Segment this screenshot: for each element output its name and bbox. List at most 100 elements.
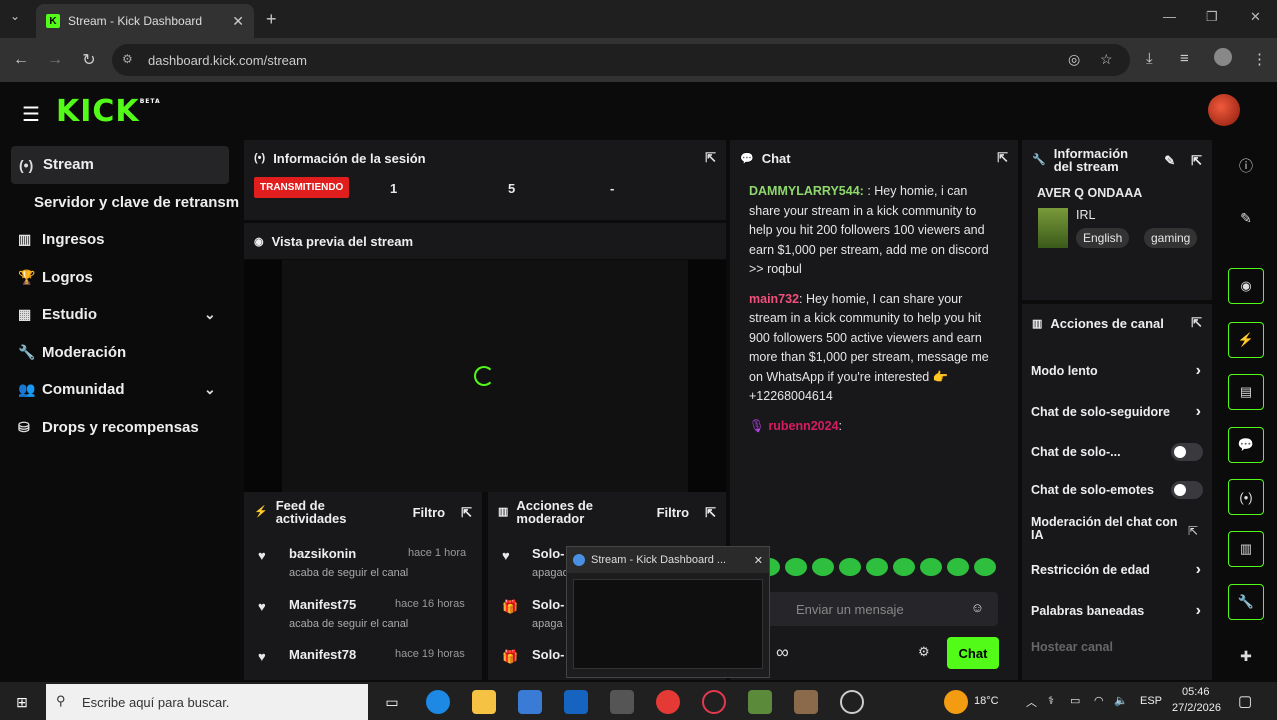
- popout-icon[interactable]: ⇱: [461, 506, 472, 519]
- windows-start-icon[interactable]: ⊞: [10, 690, 34, 714]
- wrench-toggle-icon[interactable]: 🔧: [1228, 584, 1264, 620]
- info-icon[interactable]: ⓘ: [1228, 148, 1264, 184]
- chrome-taskbar-icon[interactable]: [656, 690, 680, 714]
- taskbar-window-preview[interactable]: Stream - Kick Dashboard ... ✕: [566, 546, 770, 678]
- sidebar-item-drops[interactable]: ⛁ Drops y recompensas: [0, 409, 240, 447]
- chat-username[interactable]: DAMMYLARRY544:: [749, 184, 864, 198]
- mod-filter-button[interactable]: Filtro: [657, 506, 690, 519]
- app-icon[interactable]: [610, 690, 634, 714]
- action-slow-mode[interactable]: Modo lento ›: [1031, 362, 1203, 379]
- send-chat-button[interactable]: Chat: [947, 637, 999, 669]
- minimize-button[interactable]: —: [1163, 9, 1176, 24]
- profile-avatar-icon[interactable]: [1214, 48, 1232, 66]
- notes-icon[interactable]: ▤: [1228, 374, 1264, 410]
- back-button[interactable]: ←: [4, 51, 38, 69]
- close-preview-icon[interactable]: ✕: [754, 554, 763, 567]
- action-followers-only[interactable]: Chat de solo-seguidore ›: [1031, 403, 1203, 420]
- wifi-icon[interactable]: ◠: [1094, 694, 1104, 707]
- preview-toggle-icon[interactable]: ◉: [1228, 268, 1264, 304]
- action-ai-moderation[interactable]: Moderación del chat con IA: [1031, 516, 1181, 542]
- sidebar-item-ingresos[interactable]: ▥ Ingresos: [0, 221, 240, 259]
- sidebar-item-comunidad[interactable]: 👥 Comunidad ⌄: [0, 371, 240, 409]
- weather-temp[interactable]: 18°C: [974, 695, 999, 707]
- chat-settings-icon[interactable]: ⚙: [918, 644, 930, 660]
- browser-menu-icon[interactable]: ⋮: [1252, 50, 1267, 68]
- new-tab-button[interactable]: +: [266, 9, 277, 30]
- popout-icon[interactable]: ⇱: [1191, 154, 1202, 167]
- store-icon[interactable]: [518, 690, 542, 714]
- emote-icon[interactable]: [893, 558, 915, 576]
- chat-username[interactable]: rubenn2024: [768, 419, 838, 433]
- minecraft-icon[interactable]: [748, 690, 772, 714]
- game-icon[interactable]: [794, 690, 818, 714]
- external-link-icon[interactable]: ⇱: [1188, 524, 1198, 538]
- emoji-picker-icon[interactable]: ☺: [971, 600, 984, 615]
- edit-pencil-icon[interactable]: ✎: [1228, 200, 1264, 236]
- emote-icon[interactable]: [785, 558, 807, 576]
- infinity-icon[interactable]: ∞: [776, 642, 789, 663]
- reload-button[interactable]: ↻: [72, 50, 106, 70]
- sidebar-item-server-key[interactable]: Servidor y clave de retransmisión: [0, 184, 240, 222]
- bookmark-star-icon[interactable]: ☆: [1100, 51, 1113, 68]
- tag-chip[interactable]: gaming: [1144, 228, 1198, 248]
- emotes-only-toggle[interactable]: [1171, 481, 1203, 499]
- tray-chevron-icon[interactable]: ︿: [1026, 694, 1037, 710]
- language-indicator[interactable]: ESP: [1140, 695, 1162, 707]
- hamburger-menu-icon[interactable]: ☰: [22, 102, 40, 127]
- mail-icon[interactable]: [564, 690, 588, 714]
- taskbar-search-input[interactable]: ⚲ Escribe aquí para buscar.: [46, 684, 368, 720]
- emote-icon[interactable]: [812, 558, 834, 576]
- battery-icon[interactable]: ▭: [1070, 694, 1080, 707]
- emote-icon[interactable]: [974, 558, 996, 576]
- broadcast-toggle-icon[interactable]: (•): [1228, 479, 1264, 515]
- browser-tab-active[interactable]: K Stream - Kick Dashboard ✕: [36, 4, 254, 38]
- emote-icon[interactable]: [920, 558, 942, 576]
- sidebar-item-estudio[interactable]: ▦ Estudio ⌄: [0, 296, 240, 334]
- chat-message-input[interactable]: Enviar un mensaje ☺: [764, 592, 998, 626]
- user-avatar[interactable]: [1208, 94, 1240, 126]
- edit-pencil-icon[interactable]: ✎: [1164, 154, 1175, 167]
- task-view-icon[interactable]: ▭: [380, 690, 404, 714]
- action-age-restriction[interactable]: Restricción de edad ›: [1031, 561, 1203, 578]
- tray-app-icon[interactable]: ⚕: [1048, 694, 1054, 707]
- opera-icon[interactable]: [702, 690, 726, 714]
- url-input[interactable]: ⚙ dashboard.kick.com/stream ◎ ☆: [112, 44, 1130, 76]
- forward-button[interactable]: →: [38, 51, 72, 69]
- emote-icon[interactable]: [947, 558, 969, 576]
- notifications-icon[interactable]: ▢: [1238, 692, 1252, 710]
- tag-chip[interactable]: English: [1076, 228, 1130, 248]
- download-icon[interactable]: ⤓: [1146, 50, 1153, 67]
- emote-icon[interactable]: [839, 558, 861, 576]
- sidebar-item-moderacion[interactable]: 🔧 Moderación: [0, 334, 240, 372]
- clock-app-icon[interactable]: [840, 690, 864, 714]
- media-control-icon[interactable]: ≡: [1180, 50, 1189, 67]
- eye-off-icon[interactable]: ◎: [1068, 51, 1080, 68]
- popout-icon[interactable]: ⇱: [997, 150, 1008, 166]
- close-window-button[interactable]: ✕: [1250, 9, 1261, 25]
- restore-button[interactable]: ❐: [1206, 9, 1218, 25]
- clock-date[interactable]: 27/2/2026: [1172, 702, 1221, 714]
- popout-icon[interactable]: ⇱: [705, 150, 716, 166]
- site-info-icon[interactable]: ⚙: [122, 52, 133, 66]
- category-name[interactable]: IRL: [1076, 208, 1095, 222]
- lightning-icon[interactable]: ⚡: [1228, 322, 1264, 358]
- clock-time[interactable]: 05:46: [1182, 686, 1210, 698]
- sidebar-item-logros[interactable]: 🏆 Logros: [0, 259, 240, 297]
- tab-search-button[interactable]: ⌄: [10, 9, 20, 23]
- activity-filter-button[interactable]: Filtro: [413, 506, 446, 519]
- popout-icon[interactable]: ⇱: [705, 506, 716, 519]
- close-tab-icon[interactable]: ✕: [232, 13, 244, 30]
- chat-username[interactable]: main732: [749, 292, 799, 306]
- volume-icon[interactable]: 🔈: [1114, 694, 1128, 707]
- subs-only-toggle[interactable]: [1171, 443, 1203, 461]
- edge-icon[interactable]: [426, 690, 450, 714]
- weather-icon[interactable]: [944, 690, 968, 714]
- popout-icon[interactable]: ⇱: [1191, 315, 1202, 331]
- kick-logo[interactable]: KICKBETA: [56, 94, 161, 129]
- emote-icon[interactable]: [866, 558, 888, 576]
- action-banned-words[interactable]: Palabras baneadas ›: [1031, 602, 1203, 619]
- file-explorer-icon[interactable]: [472, 690, 496, 714]
- add-widget-icon[interactable]: ✚: [1228, 638, 1264, 674]
- chat-toggle-icon[interactable]: 💬: [1228, 427, 1264, 463]
- mod-actions-toggle-icon[interactable]: ▥: [1228, 531, 1264, 567]
